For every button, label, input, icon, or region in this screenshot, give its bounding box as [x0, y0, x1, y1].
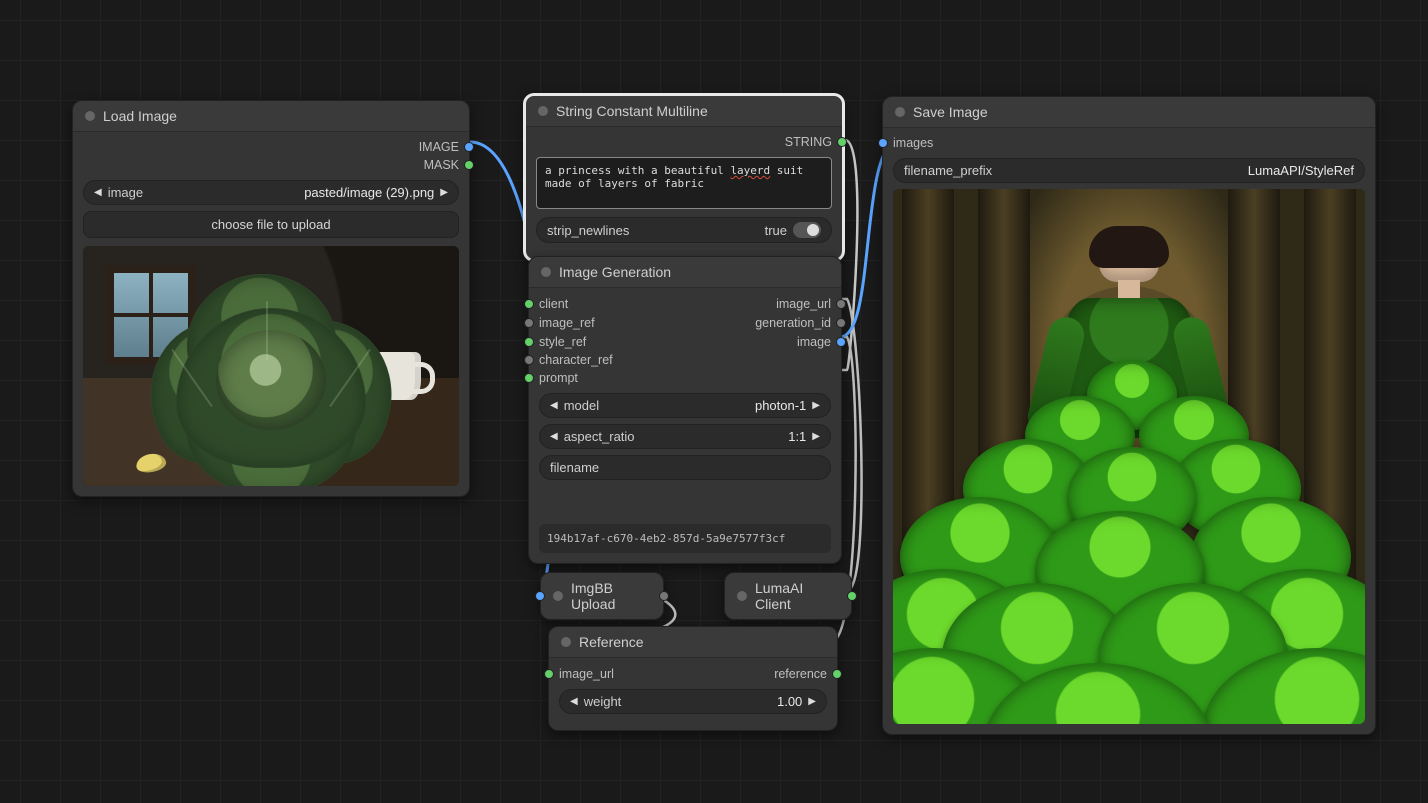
- chevron-right-icon[interactable]: ▶: [812, 431, 820, 442]
- collapse-dot-icon[interactable]: [895, 107, 905, 117]
- widget-filename[interactable]: filename: [539, 455, 831, 480]
- collapse-dot-icon[interactable]: [737, 591, 747, 601]
- chevron-right-icon[interactable]: ▶: [808, 696, 816, 707]
- node-save-image[interactable]: Save Image images filename_prefix LumaAP…: [882, 96, 1376, 735]
- chevron-right-icon[interactable]: ▶: [440, 187, 448, 198]
- chevron-right-icon[interactable]: ▶: [812, 400, 820, 411]
- collapse-dot-icon[interactable]: [85, 111, 95, 121]
- node-title: ImgBB Upload: [571, 580, 651, 612]
- node-title: Image Generation: [559, 264, 671, 280]
- chevron-left-icon[interactable]: ◀: [550, 400, 558, 411]
- node-image-generation[interactable]: Image Generation client image_url image_…: [528, 256, 842, 564]
- node-imgbb-upload[interactable]: ImgBB Upload: [540, 572, 664, 620]
- chevron-left-icon[interactable]: ◀: [94, 187, 102, 198]
- generation-id-readout: 194b17af-c670-4eb2-857d-5a9e7577f3cf: [539, 524, 831, 553]
- widget-value: 1:1: [635, 429, 807, 444]
- collapse-dot-icon[interactable]: [541, 267, 551, 277]
- widget-value: photon-1: [599, 398, 806, 413]
- widget-label: aspect_ratio: [564, 429, 635, 444]
- node-header[interactable]: Reference: [549, 627, 837, 658]
- widget-label: image: [108, 185, 143, 200]
- node-header[interactable]: LumaAI Client: [725, 573, 851, 619]
- node-title: Reference: [579, 634, 644, 650]
- output-label-image: IMAGE: [419, 140, 459, 154]
- output-label-mask: MASK: [424, 158, 459, 172]
- input-label-image-url: image_url: [559, 667, 614, 681]
- port-in-character-ref[interactable]: [524, 355, 534, 365]
- port-out-generation-id[interactable]: [836, 318, 846, 328]
- node-title: LumaAI Client: [755, 580, 839, 612]
- node-reference[interactable]: Reference image_url reference ◀ weight 1…: [548, 626, 838, 731]
- node-title: Save Image: [913, 104, 988, 120]
- port-in-images[interactable]: [878, 138, 888, 148]
- node-header[interactable]: Save Image: [883, 97, 1375, 128]
- widget-label: strip_newlines: [547, 223, 629, 238]
- output-label-string: STRING: [785, 135, 832, 149]
- port-out[interactable]: [847, 591, 857, 601]
- port-out-mask[interactable]: [464, 160, 474, 170]
- widget-strip-newlines[interactable]: strip_newlines true: [536, 217, 832, 243]
- port-out-image[interactable]: [836, 337, 846, 347]
- node-lumaai-client[interactable]: LumaAI Client: [724, 572, 852, 620]
- upload-button[interactable]: choose file to upload: [83, 211, 459, 238]
- widget-value: 1.00: [621, 694, 802, 709]
- node-load-image[interactable]: Load Image IMAGE MASK ◀ image pasted/ima…: [72, 100, 470, 497]
- port-out-string[interactable]: [837, 137, 847, 147]
- widget-filename-prefix[interactable]: filename_prefix LumaAPI/StyleRef: [893, 158, 1365, 183]
- node-header[interactable]: Image Generation: [529, 257, 841, 288]
- widget-value: pasted/image (29).png: [143, 185, 434, 200]
- chevron-left-icon[interactable]: ◀: [570, 696, 578, 707]
- collapse-dot-icon[interactable]: [561, 637, 571, 647]
- input-label-style-ref: style_ref: [539, 335, 586, 349]
- output-label-image-url: image_url: [776, 297, 831, 311]
- widget-label: filename: [550, 460, 685, 475]
- output-image-preview: [893, 189, 1365, 724]
- widget-label: filename_prefix: [904, 163, 992, 178]
- collapse-dot-icon[interactable]: [553, 591, 563, 601]
- widget-weight[interactable]: ◀ weight 1.00 ▶: [559, 689, 827, 714]
- input-label-prompt: prompt: [539, 371, 578, 385]
- port-in-image-url[interactable]: [544, 669, 554, 679]
- gown-skirt: [893, 375, 1365, 724]
- input-label-image-ref: image_ref: [539, 316, 595, 330]
- toggle-switch-icon[interactable]: [793, 222, 821, 238]
- widget-label: model: [564, 398, 599, 413]
- port-in-image-ref[interactable]: [524, 318, 534, 328]
- collapse-dot-icon[interactable]: [538, 106, 548, 116]
- output-label-reference: reference: [774, 667, 827, 681]
- node-string-constant[interactable]: String Constant Multiline STRING a princ…: [524, 94, 844, 261]
- widget-image-file[interactable]: ◀ image pasted/image (29).png ▶: [83, 180, 459, 205]
- widget-model[interactable]: ◀ model photon-1 ▶: [539, 393, 831, 418]
- widget-label: weight: [584, 694, 622, 709]
- node-title: Load Image: [103, 108, 177, 124]
- output-label-generation-id: generation_id: [755, 316, 831, 330]
- input-label-images: images: [893, 136, 933, 150]
- port-out-reference[interactable]: [832, 669, 842, 679]
- port-in-prompt[interactable]: [524, 373, 534, 383]
- node-header[interactable]: String Constant Multiline: [526, 96, 842, 127]
- widget-aspect-ratio[interactable]: ◀ aspect_ratio 1:1 ▶: [539, 424, 831, 449]
- node-header[interactable]: ImgBB Upload: [541, 573, 663, 619]
- chevron-left-icon[interactable]: ◀: [550, 431, 558, 442]
- multiline-text-input[interactable]: a princess with a beautiful layerd suit …: [536, 157, 832, 209]
- node-title: String Constant Multiline: [556, 103, 708, 119]
- port-out-image[interactable]: [464, 142, 474, 152]
- input-image-preview: [83, 246, 459, 486]
- port-in-client[interactable]: [524, 299, 534, 309]
- input-label-client: client: [539, 297, 568, 311]
- node-header[interactable]: Load Image: [73, 101, 469, 132]
- port-in-style-ref[interactable]: [524, 337, 534, 347]
- port-in[interactable]: [535, 591, 545, 601]
- port-out-image-url[interactable]: [836, 299, 846, 309]
- output-label-image: image: [797, 335, 831, 349]
- misspelled-word: layerd: [730, 164, 770, 177]
- widget-value: LumaAPI/StyleRef: [992, 163, 1354, 178]
- input-label-character-ref: character_ref: [539, 353, 613, 367]
- widget-value: true: [765, 223, 787, 238]
- port-out[interactable]: [659, 591, 669, 601]
- cabbage-illustration: [146, 280, 396, 486]
